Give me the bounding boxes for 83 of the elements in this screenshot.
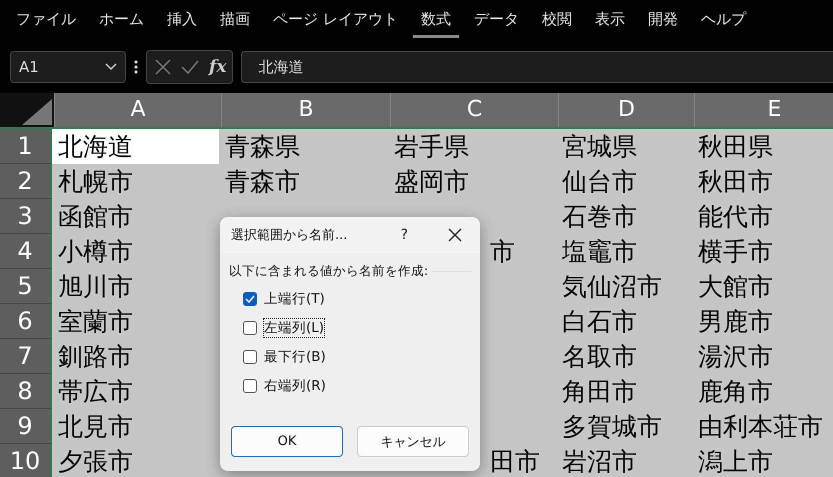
menu-tab[interactable]: 校閲 [534, 6, 580, 38]
row-header[interactable]: 6 [0, 304, 52, 339]
table-cell-text: 青森県 [224, 131, 301, 163]
close-icon[interactable] [448, 228, 462, 242]
table-cell-text: 田市 [489, 446, 541, 477]
checkbox-label[interactable]: 左端列(L) [263, 318, 326, 338]
table-cell-text: 室蘭市 [57, 306, 134, 338]
table-cell-text: 大館市 [697, 271, 774, 303]
table-cell-text: 秋田県 [697, 131, 774, 163]
column-header[interactable]: A [54, 93, 221, 127]
menu-tab[interactable]: ページ レイアウト [265, 6, 406, 38]
table-cell-text: 角田市 [561, 376, 638, 408]
row-header[interactable]: 3 [0, 199, 52, 234]
row-header[interactable]: 9 [0, 409, 52, 444]
row-header[interactable]: 8 [0, 374, 52, 409]
checkbox-label[interactable]: 最下行(B) [263, 347, 327, 367]
table-cell-text: 多賀城市 [561, 411, 663, 443]
checkbox[interactable] [243, 321, 257, 335]
row-header[interactable]: 10 [0, 444, 52, 477]
table-cell-text: 鹿角市 [697, 376, 774, 408]
checkbox-label[interactable]: 上端行(T) [263, 289, 326, 309]
formula-field[interactable]: 北海道 [241, 51, 833, 83]
select-all-icon[interactable] [22, 99, 52, 125]
table-cell-text: 市 [489, 236, 516, 268]
column-header[interactable]: B [221, 93, 390, 127]
dialog-button[interactable]: OK [231, 426, 343, 457]
row-header[interactable]: 5 [0, 269, 52, 304]
table-cell-text: 由利本荘市 [697, 411, 824, 443]
table-cell: 北海道 [52, 129, 219, 164]
menu-tab[interactable]: ヘルプ [692, 6, 754, 38]
table-cell-text: 函館市 [57, 201, 134, 233]
table-cell-text: 夕張市 [57, 446, 134, 477]
table-cell-text: 気仙沼市 [561, 271, 663, 303]
dialog-button[interactable]: キャンセル [357, 426, 469, 457]
checkbox[interactable] [243, 350, 257, 364]
table-cell-text: 仙台市 [561, 166, 638, 198]
table-cell-text: 石巻市 [561, 201, 638, 233]
insert-function-button[interactable]: fx [209, 57, 226, 77]
table-cell-text: 小樽市 [57, 236, 134, 268]
row-header[interactable]: 1 [0, 129, 52, 164]
menu-tab[interactable]: 描画 [212, 6, 258, 38]
more-icon[interactable] [134, 60, 138, 74]
help-button[interactable]: ? [400, 227, 448, 243]
table-cell-text: 能代市 [697, 201, 774, 233]
column-header[interactable]: C [390, 93, 558, 127]
table-cell-text: 湯沢市 [697, 341, 774, 373]
row-header[interactable]: 7 [0, 339, 52, 374]
menu-tab[interactable]: 開発 [640, 6, 686, 38]
table-cell-text: 札幌市 [57, 166, 134, 198]
name-box[interactable]: A1 [10, 51, 126, 83]
check-icon[interactable] [181, 60, 199, 74]
table-cell-text: 北見市 [57, 411, 134, 443]
table-cell-text: 釧路市 [57, 341, 134, 373]
table-cell-text: 盛岡市 [393, 166, 470, 198]
table-cell-text: 帯広市 [57, 376, 134, 408]
menu-tab[interactable]: 挿入 [159, 6, 205, 38]
table-cell-text: 名取市 [561, 341, 638, 373]
menu-tab[interactable]: 数式 [412, 6, 459, 38]
table-cell-text: 潟上市 [697, 446, 774, 477]
table-cell-text: 秋田市 [697, 166, 774, 198]
group-label: 以下に含まれる値から名前を作成: [229, 263, 428, 280]
table-cell-text: 岩手県 [393, 131, 470, 163]
table-cell-text: 宮城県 [561, 131, 638, 163]
dialog-title: 選択範囲から名前... [231, 227, 348, 244]
table-cell-text: 塩竈市 [561, 236, 638, 268]
menu-tab[interactable]: データ [466, 6, 527, 38]
checkbox[interactable] [243, 379, 257, 393]
checkbox-label[interactable]: 右端列(R) [263, 376, 327, 396]
table-cell-text: 青森市 [224, 166, 301, 198]
table-cell-text: 男鹿市 [697, 306, 774, 338]
menu-tab[interactable]: ファイル [8, 6, 84, 38]
menu-tab[interactable]: 表示 [586, 6, 633, 38]
table-cell-text: 横手市 [697, 236, 774, 268]
table-cell-text: 岩沼市 [561, 446, 638, 477]
table-cell-text: 白石市 [561, 306, 638, 338]
table-cell-text: 旭川市 [57, 271, 134, 303]
cancel-icon[interactable] [155, 59, 171, 75]
row-header[interactable]: 2 [0, 164, 52, 199]
column-header[interactable]: D [558, 93, 694, 127]
checkbox[interactable] [243, 292, 257, 306]
column-header[interactable]: E [694, 93, 833, 127]
menu-tab[interactable]: ホーム [91, 6, 152, 38]
row-header[interactable]: 4 [0, 234, 52, 269]
